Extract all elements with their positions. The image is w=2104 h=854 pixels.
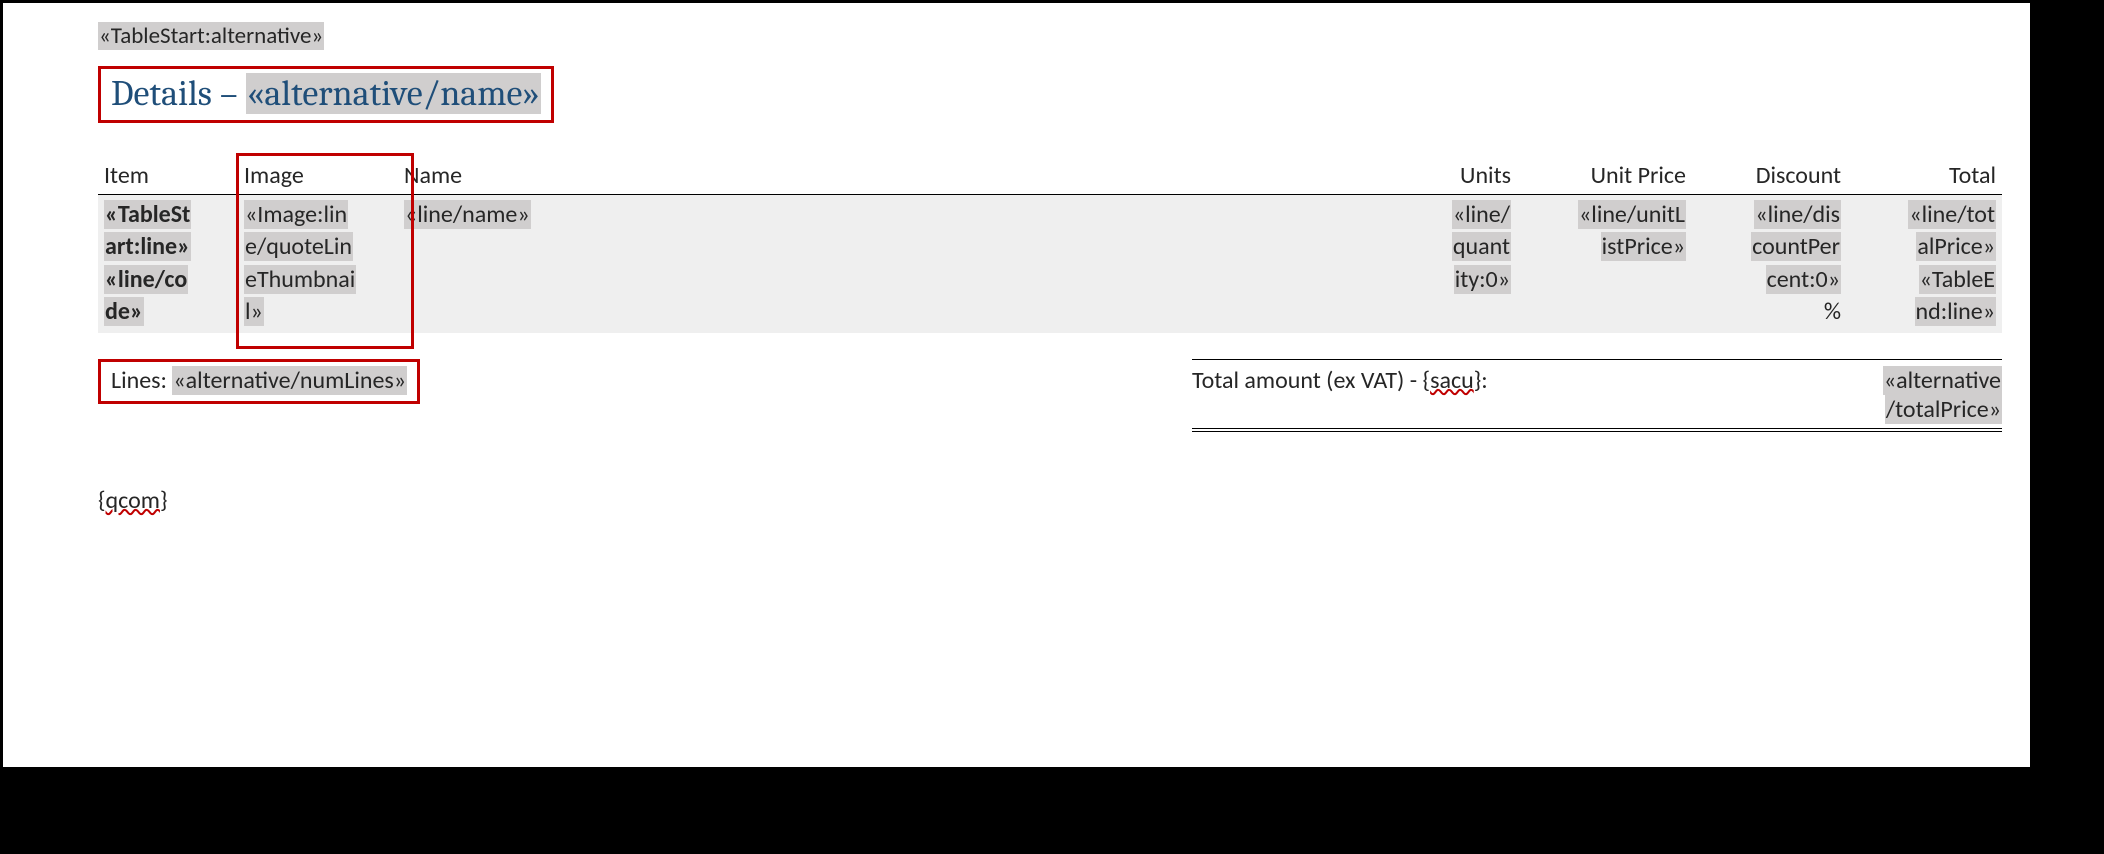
totals-value: «alternative /totalPrice» [1807, 366, 2002, 424]
lines-box: Lines: «alternative/numLines» [98, 359, 420, 404]
cell-item: «TableSt art:line» «line/co de» [98, 195, 238, 333]
col-discount: Discount [1692, 159, 1847, 195]
heading-static: Details – [111, 73, 246, 114]
col-units: Units [1417, 159, 1517, 195]
heading-box: Details – «alternative/name» [98, 66, 554, 123]
col-name: Name [398, 159, 1417, 195]
table-container: Item Image Name Units Unit Price Discoun… [98, 159, 2002, 333]
merge-field: «TableStart:alternative» [98, 22, 324, 50]
col-unitprice: Unit Price [1517, 159, 1692, 195]
lines-merge: «alternative/numLines» [172, 366, 407, 395]
table-start-merge: «TableStart:alternative» [98, 21, 2002, 50]
cell-units: «line/ quant ity:0» [1417, 195, 1517, 333]
lines-label: Lines: [111, 366, 172, 395]
cell-total: «line/tot alPrice» «TableE nd:line» [1847, 195, 2002, 333]
details-heading: Details – «alternative/name» [101, 69, 551, 120]
footer-row: Lines: «alternative/numLines» Total amou… [98, 359, 2002, 432]
totals-block: Total amount (ex VAT) - {sacu}: «alterna… [1192, 359, 2002, 432]
document-page: «TableStart:alternative» Details – «alte… [0, 0, 2033, 770]
image-column-highlight [236, 153, 414, 349]
col-total: Total [1847, 159, 2002, 195]
qcom-placeholder: {qcom} [98, 486, 2002, 515]
col-item: Item [98, 159, 238, 195]
cell-name: «line/name» [398, 195, 1417, 333]
heading-merge: «alternative/name» [246, 73, 541, 114]
cell-unitprice: «line/unitL istPrice» [1517, 195, 1692, 333]
totals-label: Total amount (ex VAT) - {sacu}: [1192, 366, 1807, 424]
cell-discount: «line/dis countPer cent:0» % [1692, 195, 1847, 333]
